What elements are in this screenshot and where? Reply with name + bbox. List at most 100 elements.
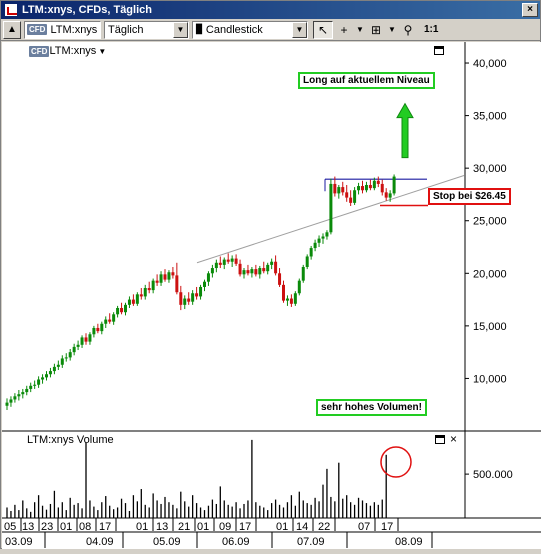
x-month-label: 08.09: [395, 536, 423, 548]
candle-body: [199, 286, 203, 297]
maximize-pane-icon[interactable]: [434, 46, 444, 55]
crosshair-menu-chevron-icon[interactable]: ▼: [355, 21, 365, 39]
title-bar[interactable]: LTM:xnys, CFDs, Täglich ×: [1, 1, 540, 19]
chart-app-icon: [4, 3, 18, 17]
window-title: LTM:xnys, CFDs, Täglich: [22, 4, 152, 16]
candle-body: [104, 319, 108, 324]
chart-area[interactable]: 40,000 35,000 30,000 25,000 20,000 15,000 10,0…: [2, 42, 541, 549]
pointer-tool-icon[interactable]: ↖: [313, 20, 333, 39]
candle-body: [341, 187, 345, 193]
candle-body: [131, 299, 135, 304]
candle-body: [368, 184, 372, 189]
candle-body: [175, 275, 179, 293]
candle-body: [143, 288, 147, 297]
candle-body: [345, 192, 349, 198]
y-tick-label: 25,000: [473, 216, 507, 228]
y-tick-label: 10,000: [473, 373, 507, 385]
volume-highlight-circle: [380, 446, 412, 478]
chart-type-dropdown[interactable]: ▉ Candlestick ▼: [192, 20, 308, 39]
candle-body: [48, 371, 52, 375]
x-day-label: 13: [156, 521, 168, 533]
x-day-label: 05: [4, 521, 16, 533]
x-day-label: 13: [22, 521, 34, 533]
volume-legend: LTM:xnys Volume: [27, 434, 114, 446]
candle-body: [183, 298, 187, 305]
maximize-volume-pane-icon[interactable]: [435, 435, 445, 444]
candle-body: [195, 293, 199, 297]
candle-body: [380, 183, 384, 193]
y-tick-label: 30,000: [473, 163, 507, 175]
candle-body: [384, 192, 388, 198]
candle-body: [329, 183, 333, 233]
candle-body: [68, 352, 72, 358]
legend-chevron-down-icon[interactable]: ▼: [98, 47, 106, 56]
candle-body: [33, 384, 37, 386]
stop-annotation: Stop bei $26.45: [428, 188, 511, 205]
candle-body: [64, 357, 68, 359]
candle-body: [159, 274, 163, 283]
y-tick-label: 35,000: [473, 111, 507, 123]
candle-body: [309, 248, 313, 257]
candle-body: [364, 184, 368, 191]
candle-body: [357, 186, 361, 191]
candle-body: [333, 183, 337, 194]
candle-body: [60, 358, 64, 365]
chevron-down-icon[interactable]: ▼: [173, 21, 188, 38]
period-dropdown[interactable]: Täglich ▼: [104, 20, 189, 39]
candle-body: [56, 364, 60, 367]
candle-body: [163, 274, 167, 280]
volume-legend-label: LTM:xnys Volume: [27, 434, 114, 446]
candle-body: [179, 292, 183, 305]
close-button[interactable]: ×: [522, 3, 538, 17]
candle-body: [270, 261, 274, 265]
candle-body: [206, 273, 210, 282]
chart-canvas[interactable]: 40,000 35,000 30,000 25,000 20,000 15,000 10,0…: [2, 42, 541, 549]
period-value: Täglich: [108, 23, 144, 36]
crosshair-tool-icon[interactable]: +: [334, 21, 354, 39]
candle-body: [116, 307, 120, 315]
candlestick-icon: ▉: [196, 24, 203, 34]
candle-body: [262, 268, 266, 272]
x-day-label: 17: [381, 521, 393, 533]
candle-body: [72, 346, 76, 353]
candle-body: [147, 288, 151, 291]
candle-body: [242, 270, 246, 275]
candle-body: [226, 259, 230, 262]
candle-body: [127, 299, 131, 305]
candle-body: [210, 268, 214, 274]
candle-body: [258, 268, 262, 275]
main-legend[interactable]: CFD LTM:xnys ▼: [27, 45, 106, 57]
candle-body: [376, 180, 380, 184]
x-month-label: 04.09: [86, 536, 114, 548]
x-day-label: 09: [219, 521, 231, 533]
candle-body: [135, 294, 139, 304]
chart-type-value: Candlestick: [205, 23, 263, 36]
candle-body: [25, 388, 29, 393]
collapse-toolbar-button[interactable]: ▲: [3, 20, 21, 39]
x-day-label: 17: [239, 521, 251, 533]
candle-body: [52, 366, 56, 372]
triangle-up-icon: ▲: [7, 24, 17, 35]
candle-body: [285, 298, 289, 301]
candle-body: [45, 374, 48, 378]
candle-body: [96, 327, 100, 332]
x-day-label: 01: [276, 521, 288, 533]
candle-body: [234, 258, 238, 264]
zoom-icon[interactable]: ⚲: [398, 21, 418, 39]
zoom-ratio-button[interactable]: 1:1: [424, 24, 438, 35]
main-legend-label: LTM:xnys: [49, 45, 97, 57]
candle-body: [254, 269, 258, 275]
grid-menu-chevron-icon[interactable]: ▼: [387, 21, 397, 39]
x-day-label: 14: [296, 521, 308, 533]
y-tick-label: 40,000: [473, 58, 507, 70]
candle-body: [238, 263, 242, 275]
candle-body: [167, 272, 171, 280]
x-month-label: 06.09: [222, 536, 250, 548]
x-day-label: 21: [178, 521, 190, 533]
close-volume-pane-icon[interactable]: ×: [450, 433, 457, 445]
symbol-combo[interactable]: CFD LTM:xnys: [24, 20, 101, 39]
chevron-down-icon[interactable]: ▼: [292, 21, 307, 38]
x-day-label: 01: [197, 521, 209, 533]
grid-tool-icon[interactable]: ⊞: [366, 21, 386, 39]
x-day-label: 07: [358, 521, 370, 533]
